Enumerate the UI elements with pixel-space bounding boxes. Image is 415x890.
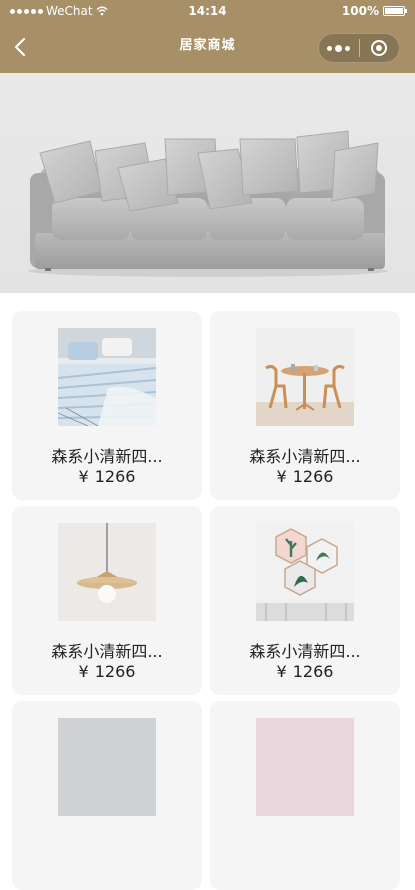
battery-icon bbox=[383, 6, 407, 16]
price-value: 1266 bbox=[292, 662, 334, 681]
currency-symbol: ¥ bbox=[78, 662, 89, 681]
banner-image[interactable] bbox=[0, 73, 415, 293]
product-price: ¥1266 bbox=[210, 662, 400, 681]
product-card[interactable] bbox=[12, 701, 202, 890]
product-card[interactable] bbox=[210, 701, 400, 890]
bedding-image bbox=[58, 328, 156, 426]
target-icon bbox=[371, 40, 388, 56]
currency-symbol: ¥ bbox=[276, 467, 287, 486]
more-button[interactable] bbox=[319, 33, 359, 63]
price-value: 1266 bbox=[94, 467, 136, 486]
close-button[interactable] bbox=[359, 33, 399, 63]
hexagon-wall-art-image bbox=[256, 523, 354, 621]
product-card[interactable]: 森系小清新四... ¥1266 bbox=[210, 506, 400, 695]
product-price: ¥1266 bbox=[210, 467, 400, 486]
battery-percent: 100% bbox=[341, 4, 379, 18]
dining-table-image bbox=[256, 328, 354, 426]
product-image bbox=[256, 718, 354, 816]
product-name: 森系小清新四... bbox=[249, 447, 361, 466]
product-name: 森系小清新四... bbox=[249, 642, 361, 661]
price-value: 1266 bbox=[94, 662, 136, 681]
product-card[interactable]: 森系小清新四... ¥1266 bbox=[12, 311, 202, 500]
navigation-bar: 居家商城 bbox=[0, 22, 415, 73]
product-card[interactable]: 森系小清新四... ¥1266 bbox=[210, 311, 400, 500]
top-bar: WeChat 14:14 100% 居家商城 bbox=[0, 0, 415, 73]
pendant-lamp-image bbox=[58, 523, 156, 621]
currency-symbol: ¥ bbox=[78, 467, 89, 486]
product-price: ¥1266 bbox=[12, 467, 202, 486]
status-bar: WeChat 14:14 100% bbox=[0, 0, 415, 22]
mini-program-capsule bbox=[318, 33, 400, 63]
price-value: 1266 bbox=[292, 467, 334, 486]
currency-symbol: ¥ bbox=[276, 662, 287, 681]
product-grid: 森系小清新四... ¥1266 森系小清新四... ¥1266 森系小清新四..… bbox=[12, 311, 404, 890]
product-name: 森系小清新四... bbox=[51, 447, 163, 466]
product-name: 森系小清新四... bbox=[51, 642, 163, 661]
product-price: ¥1266 bbox=[12, 662, 202, 681]
product-card[interactable]: 森系小清新四... ¥1266 bbox=[12, 506, 202, 695]
sofa-image bbox=[28, 130, 388, 277]
product-image bbox=[58, 718, 156, 816]
